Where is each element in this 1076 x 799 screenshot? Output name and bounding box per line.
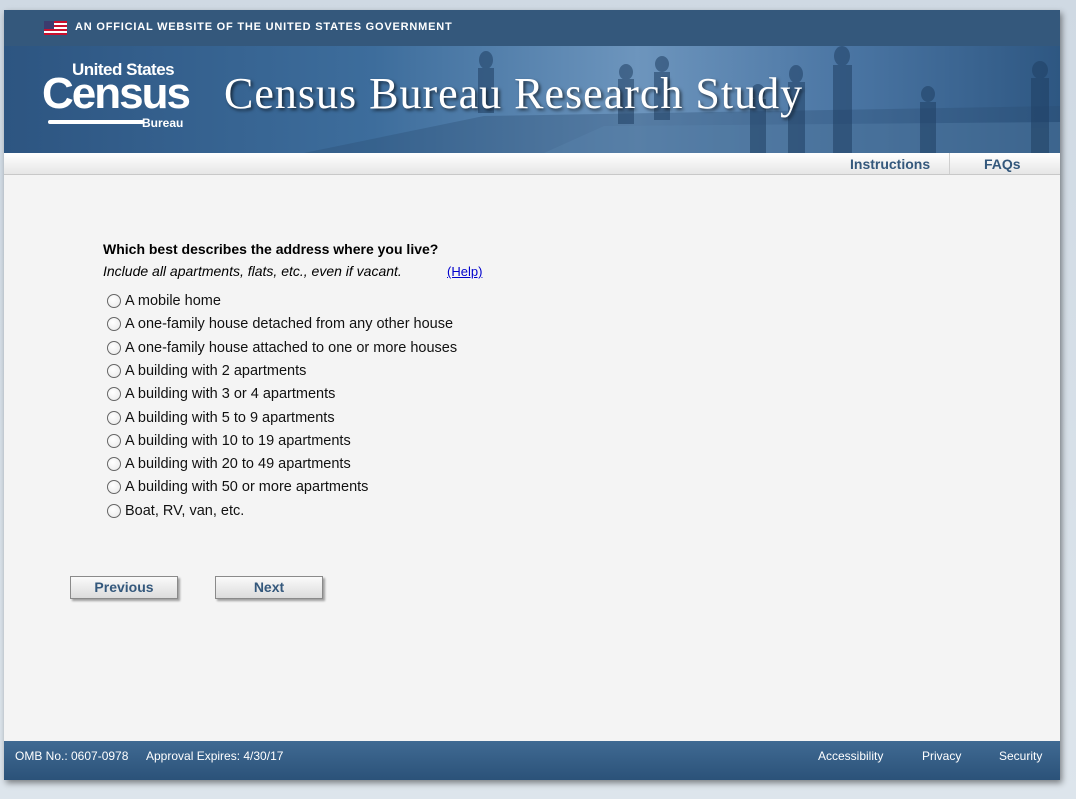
radio-button[interactable]	[107, 364, 121, 378]
official-government-banner: AN OFFICIAL WEBSITE OF THE UNITED STATES…	[4, 10, 1060, 46]
logo-underline	[48, 120, 144, 124]
previous-button[interactable]: Previous	[70, 576, 178, 599]
help-link[interactable]: (Help)	[447, 264, 482, 279]
footer-accessibility-link[interactable]: Accessibility	[818, 749, 883, 763]
omb-number: OMB No.: 0607-0978	[15, 749, 129, 763]
radio-option-label[interactable]: A building with 50 or more apartments	[125, 479, 368, 495]
footer-privacy-link[interactable]: Privacy	[922, 749, 961, 763]
official-website-text: AN OFFICIAL WEBSITE OF THE UNITED STATES…	[75, 21, 453, 33]
radio-button[interactable]	[107, 434, 121, 448]
radio-option-label[interactable]: A building with 3 or 4 apartments	[125, 386, 335, 402]
site-header: United States Census Bureau Census Burea…	[4, 46, 1060, 153]
radio-option-label[interactable]: A building with 2 apartments	[125, 363, 306, 379]
radio-button[interactable]	[107, 411, 121, 425]
logo-census-text: Census	[42, 69, 191, 118]
site-footer: OMB No.: 0607-0978 Approval Expires: 4/3…	[4, 741, 1060, 780]
nav-instructions-link[interactable]: Instructions	[850, 156, 930, 172]
footer-security-link[interactable]: Security	[999, 749, 1042, 763]
logo-bureau-text: Bureau	[142, 116, 184, 130]
top-nav: Instructions FAQs	[4, 153, 1060, 175]
radio-option-label[interactable]: Boat, RV, van, etc.	[125, 503, 244, 519]
question-instruction: Include all apartments, flats, etc., eve…	[103, 263, 402, 279]
radio-button[interactable]	[107, 504, 121, 518]
us-flag-icon	[44, 21, 67, 35]
radio-option-label[interactable]: A one-family house detached from any oth…	[125, 316, 453, 332]
page-frame: AN OFFICIAL WEBSITE OF THE UNITED STATES…	[4, 10, 1060, 780]
next-button[interactable]: Next	[215, 576, 323, 599]
radio-button[interactable]	[107, 317, 121, 331]
census-logo[interactable]: United States Census Bureau	[42, 60, 192, 140]
radio-option-label[interactable]: A one-family house attached to one or mo…	[125, 340, 457, 356]
radio-button[interactable]	[107, 480, 121, 494]
nav-divider	[949, 153, 950, 174]
nav-faqs-link[interactable]: FAQs	[984, 156, 1021, 172]
radio-button[interactable]	[107, 294, 121, 308]
radio-button[interactable]	[107, 387, 121, 401]
question-title: Which best describes the address where y…	[103, 241, 439, 257]
radio-button[interactable]	[107, 341, 121, 355]
radio-option-label[interactable]: A mobile home	[125, 293, 221, 309]
radio-option-label[interactable]: A building with 10 to 19 apartments	[125, 433, 351, 449]
approval-expiration: Approval Expires: 4/30/17	[146, 749, 284, 763]
site-title: Census Bureau Research Study	[224, 69, 804, 118]
radio-option-label[interactable]: A building with 5 to 9 apartments	[125, 410, 335, 426]
radio-button[interactable]	[107, 457, 121, 471]
radio-option-label[interactable]: A building with 20 to 49 apartments	[125, 456, 351, 472]
